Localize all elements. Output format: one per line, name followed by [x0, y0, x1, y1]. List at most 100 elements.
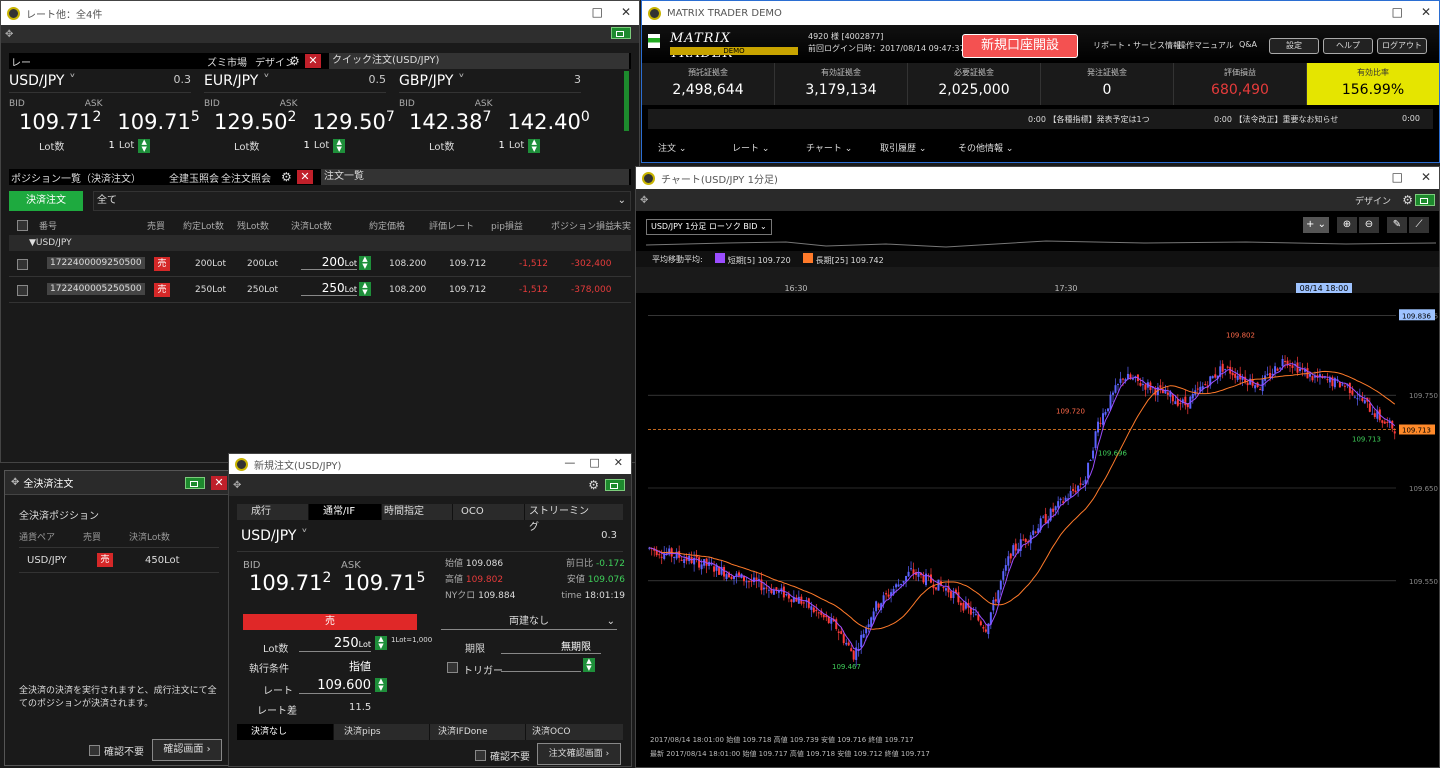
minimize-icon[interactable]: —	[564, 456, 575, 469]
help-button[interactable]: ヘルプ	[1323, 38, 1373, 54]
ticker-item[interactable]: 0:00 【法令改正】重要なお知らせ	[1214, 114, 1338, 125]
menu-rate[interactable]: レート ⌄	[732, 141, 806, 154]
confirm-skip-checkbox[interactable]	[89, 745, 100, 756]
hedge-select[interactable]: 両建なし ⌄	[441, 614, 617, 630]
rate-input[interactable]: 109.600	[299, 678, 371, 694]
chevron-down-icon[interactable]: ˅	[69, 73, 76, 89]
rate-panel-eurjpy[interactable]: EUR/JPY ˅ 0.5 BID ASK 129.502 129.507 Lot数 1…	[204, 73, 395, 167]
zoom-out-icon[interactable]: ⊖	[1359, 217, 1379, 233]
row-checkbox[interactable]	[17, 285, 28, 296]
trigger-checkbox[interactable]	[447, 662, 458, 673]
pen-icon[interactable]: ✎	[1387, 217, 1407, 233]
window-menu-button[interactable]	[611, 27, 631, 39]
move-icon[interactable]: ✥	[11, 477, 19, 488]
chevron-down-icon[interactable]: ˅	[301, 528, 308, 544]
menu-chart[interactable]: チャート ⌄	[806, 141, 880, 154]
overview-strip[interactable]	[646, 237, 1436, 251]
table-row[interactable]: 1722400009250500 売 200Lot 200Lot 200Lot …	[9, 251, 631, 277]
lot-value[interactable]: 1	[303, 140, 309, 151]
col-close-qty[interactable]: 決済Lot数	[291, 219, 332, 232]
ask-price[interactable]: 142.400	[507, 109, 589, 134]
close-order-button[interactable]: 決済注文	[9, 191, 83, 211]
maximize-icon[interactable]: □	[589, 456, 599, 469]
col-rate[interactable]: 評価レート	[429, 219, 474, 232]
rate-stepper[interactable]: ▲ ▼	[375, 678, 387, 692]
order-list-tab[interactable]: 注文一覧	[321, 169, 629, 185]
maximize-icon[interactable]: □	[1392, 5, 1403, 19]
all-orders-link[interactable]: 全注文照会	[221, 170, 271, 185]
tab-settle-pips[interactable]: 決済pips	[333, 724, 429, 740]
filter-select[interactable]: 全て ⌄	[93, 191, 631, 211]
confirm-screen-button[interactable]: 確認画面 ›	[152, 739, 222, 761]
table-row[interactable]: 1722400005250500 売 250Lot 250Lot 250Lot …	[9, 277, 631, 303]
move-icon[interactable]: ✥	[640, 195, 648, 206]
chevron-down-icon[interactable]: ˅	[263, 73, 270, 89]
close-panel-icon[interactable]: ✕	[305, 54, 321, 68]
bid-price[interactable]: 129.502	[214, 109, 296, 134]
zoom-in-icon[interactable]: ⊕	[1337, 217, 1357, 233]
bid-price[interactable]: 109.712	[19, 109, 101, 134]
crosshair-icon[interactable]: + ⌄	[1303, 217, 1329, 233]
tab-normal-if[interactable]: 通常/IF	[309, 504, 381, 520]
manual-link[interactable]: 操作マニュアル	[1178, 40, 1234, 51]
col-side[interactable]: 売買	[147, 219, 165, 232]
order-confirm-button[interactable]: 注文確認画面 ›	[537, 743, 621, 765]
close-qty-input[interactable]: 250Lot	[301, 281, 357, 296]
window-menu-button[interactable]	[605, 479, 625, 491]
lot-stepper[interactable]: ▲ ▼	[138, 138, 151, 153]
ticker-item[interactable]: 0:00	[1402, 114, 1420, 123]
close-panel-icon[interactable]: ✕	[297, 170, 313, 184]
menu-order[interactable]: 注文 ⌄	[658, 141, 732, 154]
move-icon[interactable]: ✥	[5, 29, 13, 40]
confirm-skip-checkbox[interactable]	[475, 750, 486, 761]
qa-link[interactable]: Q&A	[1239, 40, 1257, 49]
lot-input[interactable]: 250Lot	[299, 636, 371, 652]
news-ticker[interactable]: 0:00 【各種指標】発表予定は1つ 0:00 【法令改正】重要なお知らせ 0:…	[648, 109, 1433, 129]
maximize-icon[interactable]: □	[592, 5, 603, 19]
row-checkbox[interactable]	[17, 259, 28, 270]
exec-select[interactable]: 指値	[299, 658, 371, 674]
qty-stepper[interactable]: ▲ ▼	[359, 256, 371, 270]
maximize-icon[interactable]: □	[1392, 170, 1403, 184]
close-icon[interactable]: ✕	[1421, 170, 1431, 184]
design-link[interactable]: デザイン	[1355, 194, 1391, 207]
trigger-input[interactable]	[501, 658, 581, 672]
col-pip[interactable]: pip損益	[491, 219, 523, 232]
candlestick-chart[interactable]: 16:30 17:30 08/14 18:00 109.836 109.750 109.6…	[636, 283, 1439, 731]
pair-name[interactable]: GBP/JPY	[399, 73, 453, 89]
tab-streaming[interactable]: ストリーミング	[525, 504, 597, 533]
window-menu-button[interactable]	[1415, 194, 1435, 206]
sell-button[interactable]: 売	[243, 614, 417, 630]
rate-scrollbar[interactable]	[624, 71, 629, 131]
report-link[interactable]: リポート・サービス情報	[1093, 40, 1181, 51]
quick-order-tab[interactable]: クイック注文(USD/JPY)	[329, 53, 629, 69]
chart-type-select[interactable]: USD/JPY 1分足 ローソク BID ⌄	[646, 219, 772, 235]
rate-panel-usdjpy[interactable]: USD/JPY ˅ 0.3 BID ASK 109.712 109.715 Lot数 1…	[9, 73, 200, 167]
ask-price[interactable]: 129.507	[312, 109, 394, 134]
lot-value[interactable]: 1	[498, 140, 504, 151]
close-window-icon[interactable]: ✕	[211, 476, 227, 490]
ask-price[interactable]: 109.715	[117, 109, 199, 134]
order-ask-price[interactable]: 109.715	[343, 570, 425, 595]
order-bid-price[interactable]: 109.712	[249, 570, 331, 595]
menu-history[interactable]: 取引履歴 ⌄	[880, 141, 958, 154]
pair-name[interactable]: USD/JPY	[9, 73, 64, 89]
close-qty-input[interactable]: 200Lot	[301, 255, 357, 270]
rate-panel-gbpjpy[interactable]: GBP/JPY ˅ 3 BID ASK 142.387 142.400 Lot数 1 Lo…	[399, 73, 590, 167]
qty-stepper[interactable]: ▲ ▼	[359, 282, 371, 296]
col-price[interactable]: 約定価格	[369, 219, 405, 232]
tab-settle-ifdone[interactable]: 決済IFDone	[429, 724, 525, 740]
tab-oco[interactable]: OCO	[453, 504, 525, 520]
tab-time[interactable]: 時間指定	[381, 504, 453, 520]
pair-name[interactable]: EUR/JPY	[204, 73, 258, 89]
window-menu-button[interactable]	[185, 477, 205, 489]
order-pair[interactable]: USD/JPY	[241, 528, 296, 544]
ticker-item[interactable]: 0:00 【各種指標】発表予定は1つ	[1028, 114, 1150, 125]
line-tool-icon[interactable]: ⟋	[1409, 217, 1429, 233]
chevron-down-icon[interactable]: ˅	[458, 73, 465, 89]
settings-gear-icon[interactable]: ⚙	[588, 478, 599, 492]
tab-settle-oco[interactable]: 決済OCO	[525, 724, 621, 740]
lot-stepper[interactable]: ▲ ▼	[333, 138, 346, 153]
settings-gear-icon[interactable]: ⚙	[281, 170, 292, 184]
tab-market[interactable]: 成行	[237, 504, 309, 520]
